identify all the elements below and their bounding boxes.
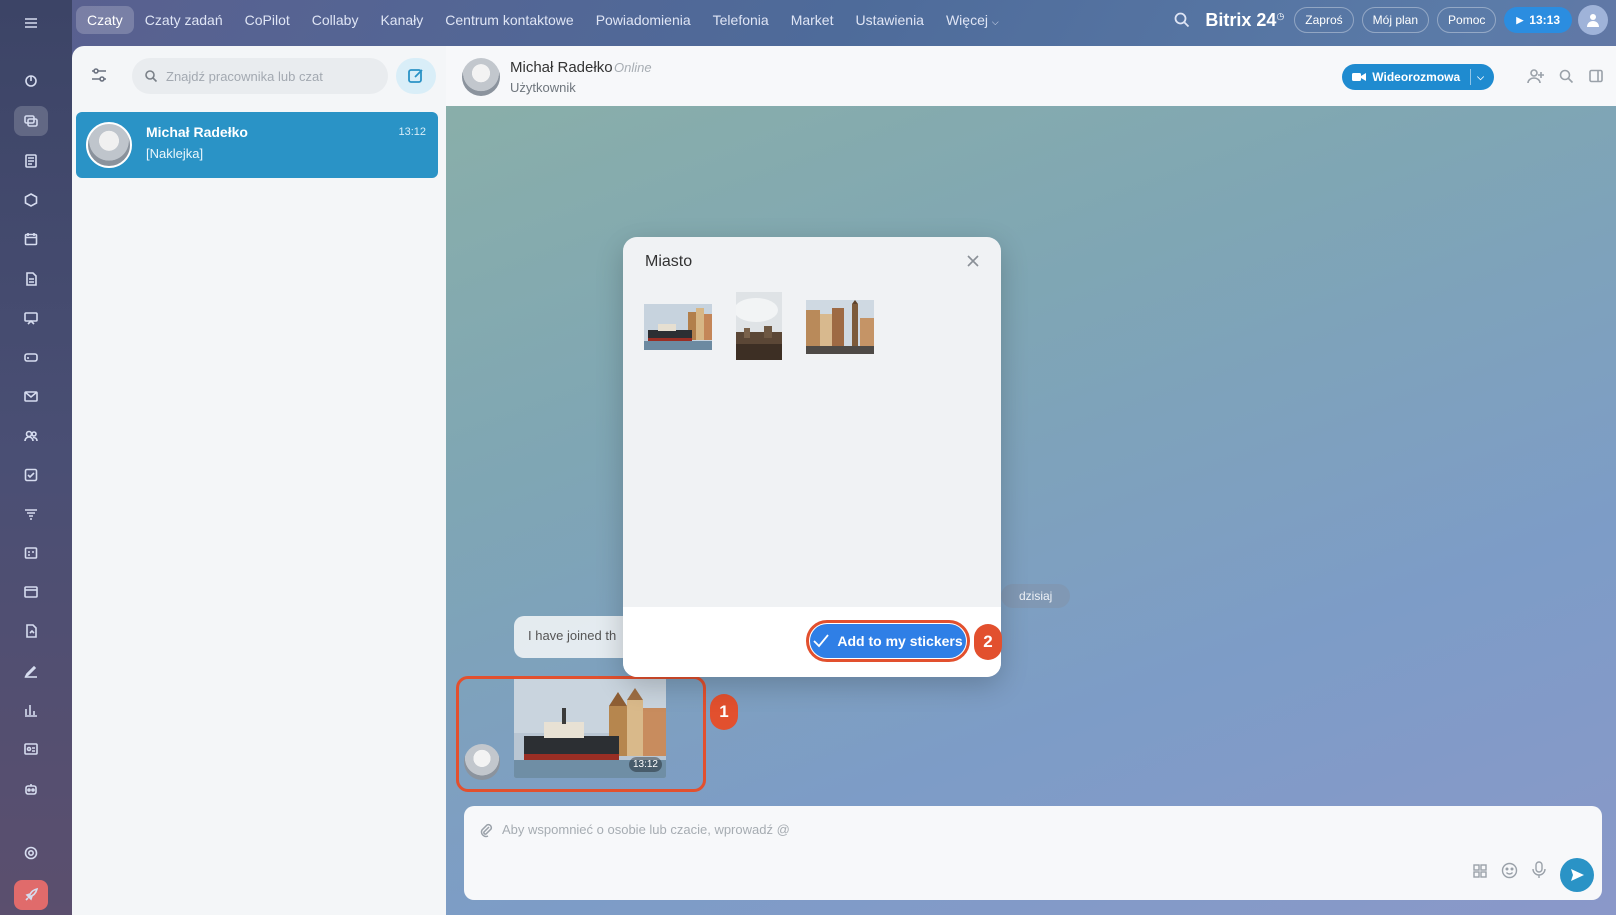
chat-list-panel: Znajdź pracownika lub czat Michał Radełk… (72, 46, 446, 915)
add-user-icon[interactable] (1526, 66, 1546, 86)
chevron-down-icon: ⌵ (991, 17, 999, 27)
tab-kanaly[interactable]: Kanały (369, 6, 434, 34)
help-button[interactable]: Pomoc (1437, 7, 1497, 33)
message-composer[interactable]: Aby wspomnieć o osobie lub czacie, wprow… (464, 806, 1602, 900)
documents-icon[interactable] (14, 264, 48, 294)
search-icon[interactable] (1173, 11, 1191, 29)
forms-icon[interactable] (14, 616, 48, 646)
avatar (86, 122, 132, 168)
chat-item-time: 13:12 (398, 126, 426, 138)
video-call-label: Wideorozmowa (1372, 70, 1461, 84)
new-chat-button[interactable] (396, 58, 436, 94)
menu-icon[interactable] (14, 8, 48, 38)
date-divider: dzisiaj (1001, 584, 1071, 608)
online-status: Online (614, 60, 652, 75)
tab-czaty-zadan[interactable]: Czaty zadań (134, 6, 234, 34)
tab-centrum-kontaktowe[interactable]: Centrum kontaktowe (434, 6, 584, 34)
video-call-button[interactable]: Wideorozmowa ⌵ (1342, 64, 1494, 90)
rocket-icon[interactable] (14, 880, 48, 910)
tasks-icon[interactable] (14, 460, 48, 490)
copilot-icon[interactable] (14, 185, 48, 215)
sticker-thumbnail[interactable] (806, 300, 874, 354)
mail-icon[interactable] (14, 381, 48, 411)
settings-gear-icon[interactable] (14, 838, 48, 868)
send-icon (1571, 869, 1584, 881)
groups-icon[interactable] (14, 421, 48, 451)
tab-czaty[interactable]: Czaty (76, 6, 134, 34)
chat-area: Michał Radełko Online Użytkownik Wideoro… (446, 46, 1616, 915)
search-icon[interactable] (1556, 66, 1576, 86)
chat-list-header: Znajdź pracownika lub czat (84, 58, 436, 94)
boards-icon[interactable] (14, 303, 48, 333)
tab-wiecej-label: Więcej (945, 12, 988, 28)
filter-icon[interactable] (84, 60, 114, 90)
contact-card-icon[interactable] (14, 734, 48, 764)
attach-icon[interactable] (478, 822, 494, 843)
user-avatar[interactable] (1578, 5, 1608, 35)
tab-powiadomienia[interactable]: Powiadomienia (585, 6, 702, 34)
analytics-icon[interactable] (14, 695, 48, 725)
activity-icon[interactable] (14, 66, 48, 96)
chat-list-item[interactable]: Michał Radełko [Naklejka] 13:12 (76, 112, 438, 178)
left-icon-rail (0, 0, 72, 915)
composer-placeholder: Aby wspomnieć o osobie lub czacie, wprow… (502, 822, 790, 837)
step-badge-1: 1 (710, 694, 738, 730)
sidebar-toggle-icon[interactable] (1586, 66, 1606, 86)
drive-icon[interactable] (14, 342, 48, 372)
tab-telefonia[interactable]: Telefonia (702, 6, 780, 34)
chats-icon[interactable] (14, 106, 48, 136)
microphone-icon[interactable] (1532, 861, 1546, 884)
calendar-icon[interactable] (14, 224, 48, 254)
bot-icon[interactable] (14, 774, 48, 804)
send-button[interactable] (1560, 858, 1594, 892)
chat-header-subtitle: Użytkownik (510, 80, 576, 95)
sticker-thumbnail[interactable] (736, 292, 782, 360)
chat-item-name: Michał Radełko (146, 124, 248, 140)
tab-collaby[interactable]: Collaby (301, 6, 370, 34)
play-icon: ▶ (1516, 14, 1524, 25)
bitrix-logo[interactable]: Bitrix 24◷ (1205, 10, 1284, 31)
search-placeholder: Znajdź pracownika lub czat (166, 68, 323, 84)
dialog-title: Miasto (645, 253, 693, 270)
highlight-box-step-2 (806, 620, 970, 662)
tab-market[interactable]: Market (780, 6, 845, 34)
sticker-pack-dialog: Miasto Add to my stickers (623, 237, 1001, 677)
tab-ustawienia[interactable]: Ustawienia (844, 6, 934, 34)
invite-button[interactable]: Zaproś (1294, 7, 1354, 33)
sign-icon[interactable] (14, 656, 48, 686)
workday-timer-button[interactable]: ▶ 13:13 (1504, 7, 1572, 33)
feed-icon[interactable] (14, 146, 48, 176)
chat-header-name[interactable]: Michał Radełko (510, 59, 613, 76)
emoji-icon[interactable] (1501, 862, 1518, 884)
divider (1470, 69, 1472, 85)
search-icon (144, 69, 158, 83)
chevron-down-icon[interactable]: ⌵ (1477, 72, 1484, 83)
chat-item-last-message: [Naklejka] (146, 146, 204, 161)
avatar[interactable] (462, 58, 500, 96)
camera-icon (1352, 72, 1367, 82)
top-right-controls: Bitrix 24◷ Zaproś Mój plan Pomoc ▶ 13:13 (1173, 0, 1616, 40)
workday-time: 13:13 (1529, 13, 1560, 27)
dialog-footer: Add to my stickers (623, 607, 1001, 677)
tab-copilot[interactable]: CoPilot (234, 6, 301, 34)
sticker-thumbnail[interactable] (644, 304, 712, 350)
my-plan-button[interactable]: Mój plan (1361, 7, 1430, 33)
tab-wiecej[interactable]: Więcej ⌵ (935, 6, 1010, 34)
sites-icon[interactable] (14, 577, 48, 607)
close-icon[interactable] (965, 253, 981, 269)
clock-mini-icon: ◷ (1276, 10, 1285, 21)
apps-icon[interactable] (1472, 863, 1488, 884)
top-navigation: Czaty Czaty zadań CoPilot Collaby Kanały… (72, 0, 1616, 40)
booking-icon[interactable] (14, 538, 48, 568)
step-badge-2: 2 (974, 624, 1002, 660)
chat-header: Michał Radełko Online Użytkownik Wideoro… (446, 46, 1616, 106)
highlight-box-step-1 (456, 676, 706, 792)
chat-search-input[interactable]: Znajdź pracownika lub czat (132, 58, 388, 94)
crm-icon[interactable] (14, 499, 48, 529)
logo-text: Bitrix 24 (1205, 9, 1277, 30)
